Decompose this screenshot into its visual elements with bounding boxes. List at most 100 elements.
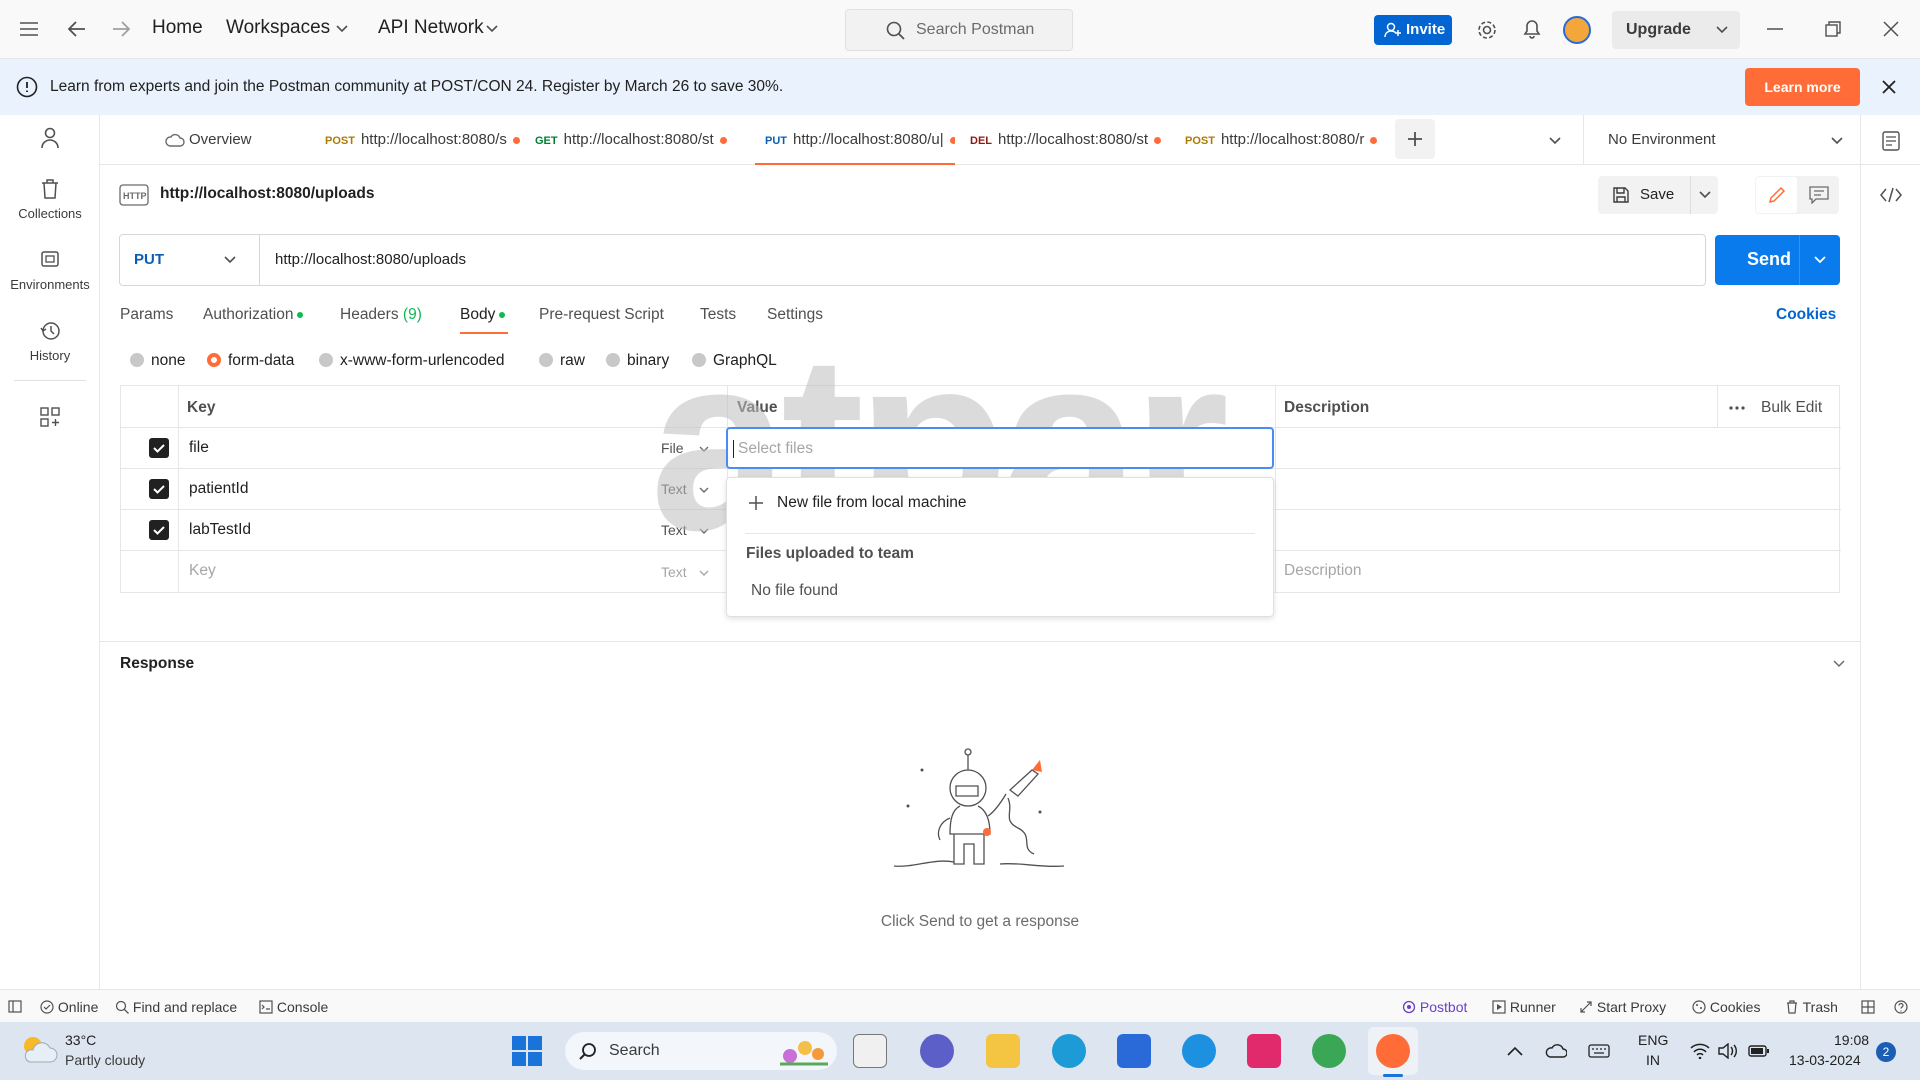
tab-pre-request-script[interactable]: Pre-request Script [539,306,664,324]
clock-date[interactable]: 13-03-2024 [1789,1052,1861,1068]
upgrade-button[interactable]: Upgrade [1612,11,1740,49]
edge-browser-icon[interactable] [1052,1034,1086,1068]
help-icon[interactable] [1894,1000,1908,1014]
method-select[interactable]: PUT [120,235,260,285]
type-select[interactable]: Text [661,522,687,538]
menu-icon[interactable] [20,22,38,36]
tab-headers[interactable]: Headers (9) [340,306,422,324]
teams-chat-icon[interactable] [920,1034,954,1068]
postbot-button[interactable]: Postbot [1402,999,1467,1015]
configure-workbench-icon[interactable] [40,407,60,427]
windows-start-icon[interactable] [512,1036,542,1066]
tab-post-request-2[interactable]: POST http://localhost:8080/r [1175,115,1385,165]
code-snippet-icon[interactable] [1880,187,1902,203]
chrome-browser-icon[interactable] [1312,1034,1346,1068]
close-banner-icon[interactable] [1882,80,1896,94]
volume-icon[interactable] [1718,1043,1738,1059]
more-options-icon[interactable] [1729,406,1745,410]
trash-button[interactable]: Trash [1785,999,1838,1015]
row-checkbox[interactable] [149,438,169,458]
tab-authorization[interactable]: Authorization [203,306,304,324]
new-tab-button[interactable] [1395,119,1435,159]
radio-x-www-form-urlencoded[interactable]: x-www-form-urlencoded [319,352,505,370]
new-file-option[interactable]: New file from local machine [727,484,1273,522]
response-title[interactable]: Response [120,655,194,673]
radio-none[interactable]: none [130,352,185,370]
chevron-down-icon[interactable] [1814,256,1826,264]
sidebar-item-collections[interactable]: Collections [0,178,100,221]
tab-overflow-chevron-icon[interactable] [1549,137,1561,145]
type-select[interactable]: Text [661,564,687,580]
notification-bell-icon[interactable] [1522,18,1542,40]
toggle-sidebar-icon[interactable] [8,1000,22,1013]
wifi-icon[interactable] [1690,1043,1710,1059]
clock-time[interactable]: 19:08 [1834,1032,1869,1048]
sidebar-item-environments[interactable]: Environments [0,249,100,292]
comment-icon[interactable] [1809,186,1829,204]
tab-body[interactable]: Body [460,306,506,324]
radio-form-data[interactable]: form-data [207,352,294,370]
language-code[interactable]: ENG [1638,1032,1668,1048]
home-link[interactable]: Home [152,17,203,39]
url-input[interactable]: http://localhost:8080/uploads [275,251,466,268]
battery-icon[interactable] [1748,1043,1770,1059]
task-view-icon[interactable] [853,1034,887,1068]
minimize-icon[interactable] [1767,28,1783,30]
save-button[interactable]: Save [1598,176,1718,214]
api-network-menu[interactable]: API Network [378,17,484,39]
restore-window-icon[interactable] [1825,21,1841,37]
microsoft-store-icon[interactable] [1117,1034,1151,1068]
console-button[interactable]: Console [259,999,328,1015]
weather-partly-cloudy-icon[interactable] [18,1032,58,1066]
tab-put-request[interactable]: PUT http://localhost:8080/u| [755,115,955,165]
close-window-icon[interactable] [1883,21,1899,37]
file-explorer-icon[interactable] [986,1034,1020,1068]
keyboard-icon[interactable] [1588,1044,1610,1058]
sidebar-item-history[interactable]: History [0,320,100,363]
tab-settings[interactable]: Settings [767,306,823,324]
tab-post-request[interactable]: POST http://localhost:8080/s [315,115,525,165]
avatar[interactable] [1563,16,1591,44]
key-cell[interactable]: file [189,439,209,457]
tab-get-request[interactable]: GET http://localhost:8080/st [525,115,733,165]
notification-badge[interactable]: 2 [1876,1042,1896,1062]
back-arrow-icon[interactable] [68,20,86,38]
chevron-up-icon[interactable] [1507,1046,1523,1056]
onedrive-cloud-icon[interactable] [1545,1044,1567,1058]
runner-button[interactable]: Runner [1492,999,1556,1015]
send-button[interactable]: Send [1715,235,1840,285]
layout-icon[interactable] [1861,1000,1875,1014]
user-icon[interactable] [40,127,60,149]
key-cell[interactable]: patientId [189,480,248,498]
new-description-input[interactable]: Description [1284,562,1362,580]
docker-icon[interactable] [1182,1034,1216,1068]
radio-binary[interactable]: binary [606,352,669,370]
tab-tests[interactable]: Tests [700,306,736,324]
radio-raw[interactable]: raw [539,352,585,370]
forward-arrow-icon[interactable] [112,20,130,38]
postman-app-icon[interactable] [1376,1034,1410,1068]
find-replace-button[interactable]: Find and replace [115,999,237,1015]
row-checkbox[interactable] [149,479,169,499]
tab-params[interactable]: Params [120,306,173,324]
tab-delete-request[interactable]: DEL http://localhost:8080/st [960,115,1170,165]
region-code[interactable]: IN [1646,1052,1660,1068]
taskbar-search[interactable]: Search [565,1032,837,1070]
select-files-input[interactable]: Select files [726,427,1274,469]
environment-selector[interactable]: No Environment [1584,115,1859,165]
settings-gear-icon[interactable] [1476,19,1498,41]
search-postman-input[interactable]: Search Postman [845,9,1073,51]
request-title[interactable]: http://localhost:8080/uploads [160,185,374,203]
row-checkbox[interactable] [149,520,169,540]
cookies-button[interactable]: Cookies [1692,999,1760,1015]
key-cell[interactable]: labTestId [189,521,251,539]
learn-more-button[interactable]: Learn more [1745,68,1860,106]
documentation-icon[interactable] [1881,131,1901,151]
start-proxy-button[interactable]: Start Proxy [1579,999,1666,1015]
chevron-down-icon[interactable] [1699,191,1711,199]
radio-graphql[interactable]: GraphQL [692,352,777,370]
online-status[interactable]: Online [40,999,98,1015]
type-select[interactable]: Text [661,481,687,497]
cookies-link[interactable]: Cookies [1776,306,1836,324]
bulk-edit-button[interactable]: Bulk Edit [1761,399,1822,417]
